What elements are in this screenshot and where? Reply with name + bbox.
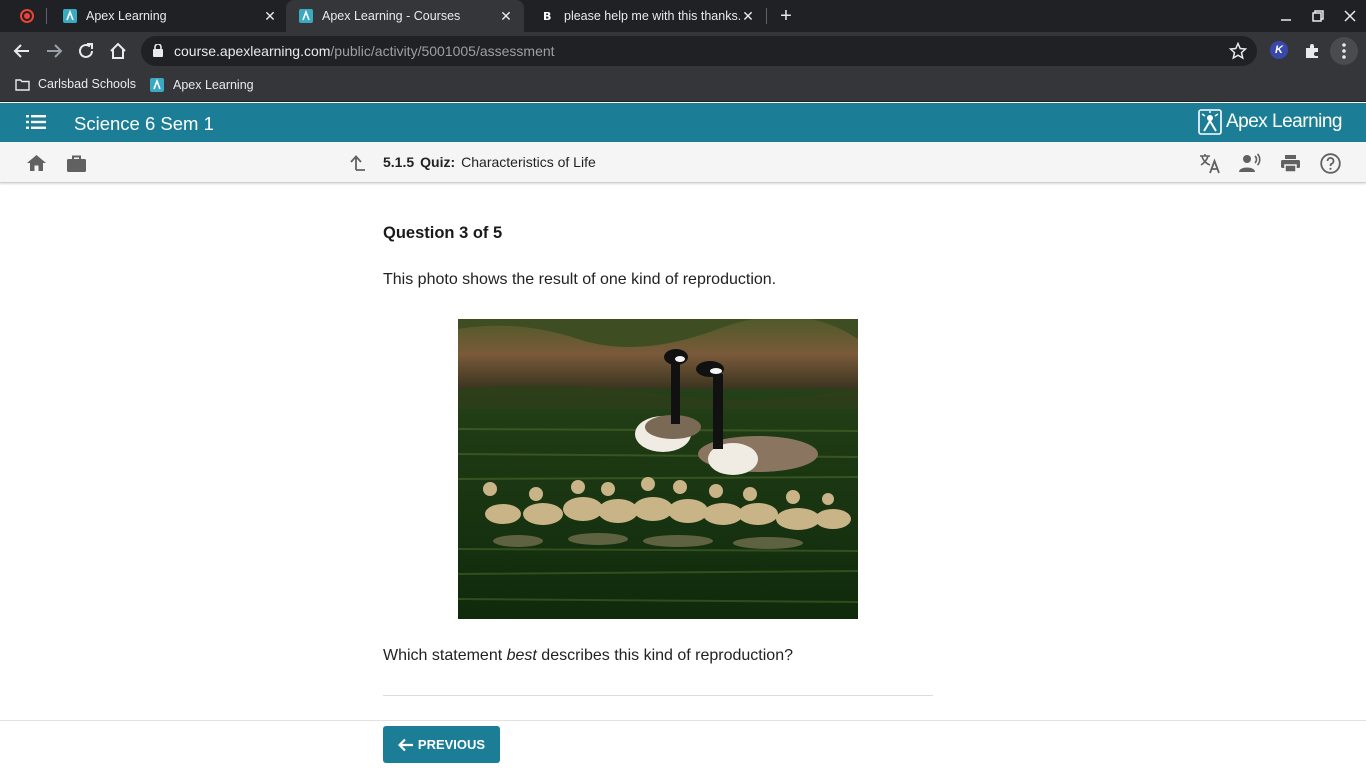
apex-favicon [299,9,313,23]
home-browser-icon[interactable] [104,37,132,65]
folder-icon [15,78,30,91]
geese-photo [458,319,858,619]
previous-label: PREVIOUS [417,737,486,752]
emphasis-text: best [506,647,537,664]
divider [383,695,933,696]
tab-apex-courses[interactable]: Apex Learning - Courses ✕ [286,0,524,32]
quiz-footer: PREVIOUS [0,720,1366,768]
question-prompt: This photo shows the result of one kind … [383,271,777,288]
activity-breadcrumb: 5.1.5 Quiz: Characteristics of Life [383,154,596,170]
url-text: course.apexlearning.com/public/activity/… [174,43,555,59]
course-title: Science 6 Sem 1 [74,113,214,134]
question-stem: Which statement best describes this kind… [383,647,793,664]
bookmarks-bar: Carlsbad Schools Apex Learning [0,70,1366,102]
tab-separator [46,8,47,24]
extensions-puzzle-icon[interactable] [1298,37,1326,65]
menu-list-icon[interactable] [26,115,46,129]
close-window-icon[interactable] [1334,0,1366,32]
apex-favicon [63,9,77,23]
browser-toolbar: course.apexlearning.com/public/activity/… [0,32,1366,70]
address-bar[interactable]: course.apexlearning.com/public/activity/… [141,36,1257,66]
bookmark-star-icon[interactable] [1229,42,1247,60]
apex-favicon [150,78,164,92]
new-tab-button[interactable]: + [776,6,796,26]
bookmark-carlsbad-schools[interactable]: Carlsbad Schools [15,77,136,91]
browser-tab-strip: Apex Learning ✕ Apex Learning - Courses … [0,0,1366,32]
back-icon[interactable] [8,37,36,65]
home-icon[interactable] [25,152,47,174]
browser-menu-icon[interactable] [1330,37,1358,65]
tab-title: Apex Learning [86,9,167,23]
close-tab-icon[interactable]: ✕ [740,8,756,24]
read-aloud-icon[interactable] [1239,152,1261,174]
tab-separator [766,8,767,24]
extension-k-icon[interactable]: K [1270,41,1288,59]
minimize-icon[interactable] [1270,0,1302,32]
help-icon[interactable] [1319,152,1341,174]
brainly-favicon: B [543,10,551,23]
activity-type: Quiz: [420,154,456,170]
tab-title: Apex Learning - Courses [322,9,461,23]
previous-button[interactable]: PREVIOUS [383,726,500,763]
activity-title: Characteristics of Life [461,154,596,170]
up-arrow-icon[interactable] [347,152,369,174]
svg-text:B: B [543,10,551,23]
briefcase-icon[interactable] [65,152,87,174]
tab-apex-learning[interactable]: Apex Learning ✕ [56,0,284,32]
close-tab-icon[interactable]: ✕ [262,8,278,24]
tab-brainly[interactable]: B please help me with this thanks. ✕ [534,0,762,32]
arrow-left-icon [397,738,413,751]
translate-icon[interactable] [1199,152,1221,174]
course-header: Science 6 Sem 1 Apex Learning [0,103,1366,142]
apex-logo-text: Apex Learning [1225,111,1343,132]
close-tab-icon[interactable]: ✕ [498,8,514,24]
question-number: Question 3 of 5 [383,224,503,242]
restore-icon[interactable] [1302,0,1334,32]
bookmark-apex-learning[interactable]: Apex Learning [149,77,254,93]
forward-icon[interactable] [40,37,68,65]
activity-number: 5.1.5 [383,154,415,170]
reload-icon[interactable] [72,37,100,65]
print-icon[interactable] [1279,152,1301,174]
apex-logo: Apex Learning [1198,109,1343,135]
lock-icon [153,44,163,57]
recording-icon[interactable] [20,9,34,23]
bookmark-label: Carlsbad Schools [38,77,136,91]
tab-title: please help me with this thanks. [564,9,740,23]
activity-toolbar: 5.1.5 Quiz: Characteristics of Life [0,142,1366,183]
apex-logo-icon [1198,109,1222,135]
bookmark-label: Apex Learning [173,78,254,92]
